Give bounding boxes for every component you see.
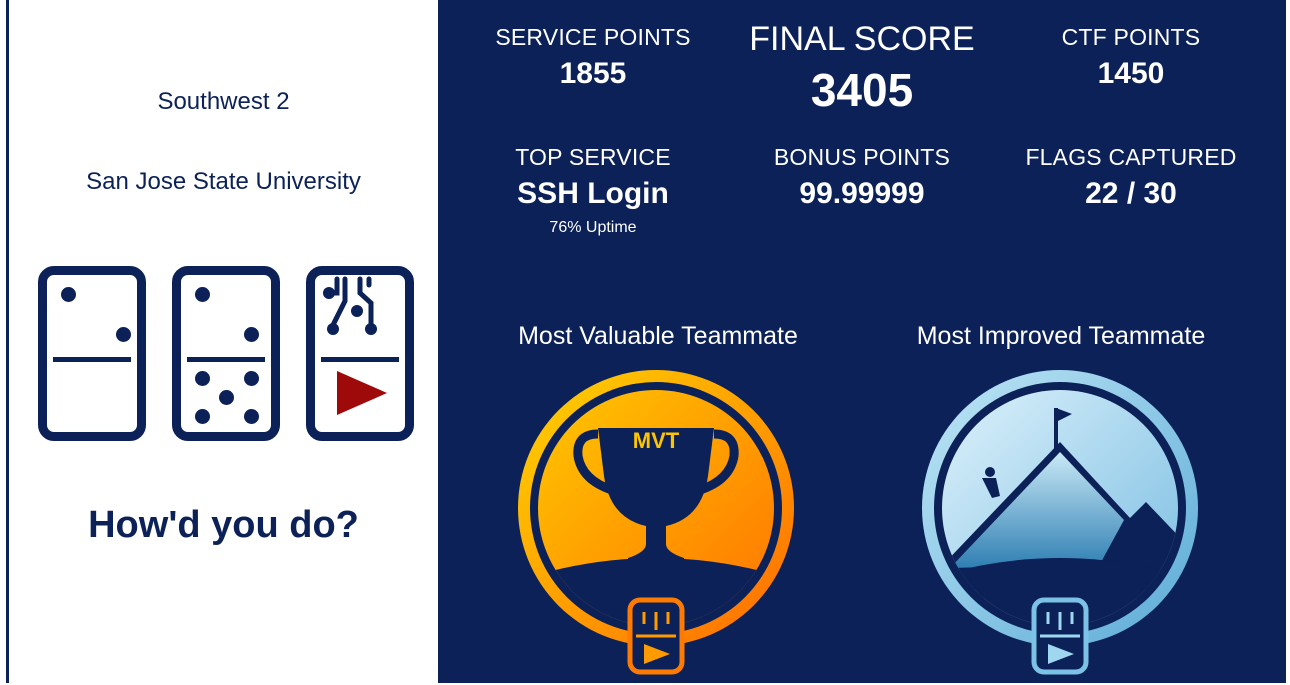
team-region: Southwest 2	[157, 88, 290, 115]
domino-logo	[9, 266, 438, 444]
flags-captured-value: 22 / 30	[1085, 177, 1177, 210]
pip	[244, 327, 259, 342]
bonus-points-label: BONUS POINTS	[773, 144, 951, 170]
team-school: San Jose State University	[86, 168, 361, 195]
ctf-points-label: CTF POINTS	[1061, 24, 1201, 50]
tile-divider	[187, 357, 265, 362]
tagline: How'd you do?	[88, 504, 359, 546]
pip	[195, 409, 210, 424]
service-points-value: 1855	[559, 57, 627, 90]
scoreboard-panel: SERVICE POINTS 1855 FINAL SCORE 3405 CTF…	[438, 0, 1286, 683]
top-service-uptime: 76% Uptime	[549, 219, 637, 236]
team-panel: Southwest 2 San Jose State University Ho…	[9, 0, 438, 683]
pip	[195, 371, 210, 386]
flags-captured-stat: FLAGS CAPTURED 22 / 30	[1011, 144, 1251, 211]
mit-award-title: Most Improved Teammate	[916, 322, 1206, 350]
mvt-trophy-badge: MVT	[518, 370, 794, 675]
bonus-points-value: 99.99999	[799, 177, 925, 210]
final-score-stat: FINAL SCORE 3405	[732, 20, 992, 117]
pip	[219, 390, 234, 405]
service-points-label: SERVICE POINTS	[495, 24, 691, 50]
top-service-value: SSH Login	[517, 177, 669, 210]
domino-tile-two-five	[172, 266, 280, 441]
bonus-points-stat: BONUS POINTS 99.99999	[752, 144, 972, 211]
top-service-label: TOP SERVICE	[515, 144, 671, 170]
domino-tile-two	[38, 266, 146, 441]
tile-divider	[321, 357, 399, 362]
play-icon	[337, 371, 387, 415]
ctf-points-value: 1450	[1097, 57, 1165, 90]
top-service-stat: TOP SERVICE SSH Login 76% Uptime	[483, 144, 703, 237]
pip	[244, 409, 259, 424]
pip	[244, 371, 259, 386]
mvt-badge-text: MVT	[633, 428, 680, 453]
pip	[195, 287, 210, 302]
ctf-points-stat: CTF POINTS 1450	[1031, 24, 1231, 91]
mvt-award-title: Most Valuable Teammate	[518, 322, 798, 350]
pip	[61, 287, 76, 302]
mit-mountain-badge	[922, 370, 1198, 675]
circuit-icon	[323, 276, 377, 335]
domino-tile-circuit-play	[306, 266, 414, 441]
flags-captured-label: FLAGS CAPTURED	[1025, 144, 1237, 170]
service-points-stat: SERVICE POINTS 1855	[493, 24, 693, 91]
final-score-label: FINAL SCORE	[749, 20, 975, 58]
final-score-value: 3405	[810, 64, 914, 116]
tile-divider	[53, 357, 131, 362]
pip	[116, 327, 131, 342]
